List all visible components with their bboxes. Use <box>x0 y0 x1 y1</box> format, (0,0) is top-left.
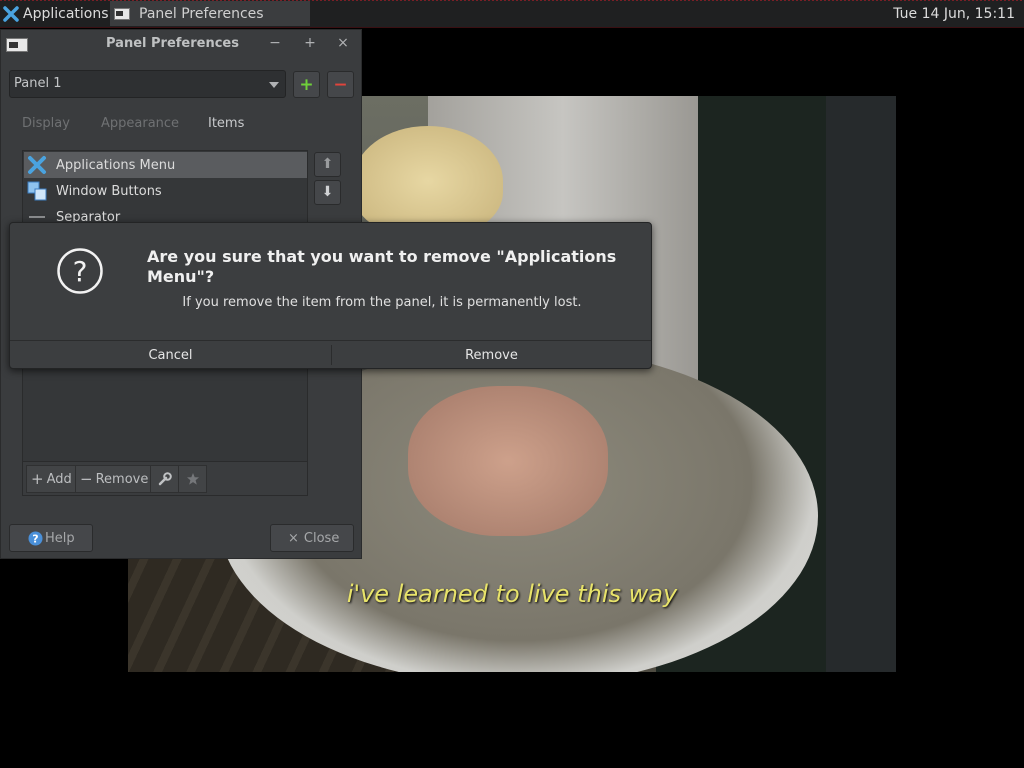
move-up-button[interactable]: ⬆ <box>314 152 341 177</box>
cancel-button[interactable]: Cancel <box>10 341 331 370</box>
tab-display[interactable]: Display <box>22 116 70 131</box>
window-titlebar[interactable]: Panel Preferences − + × <box>1 30 361 60</box>
close-window-button[interactable]: × <box>335 35 351 51</box>
minus-icon: − <box>80 470 93 488</box>
window-buttons-icon <box>27 181 47 201</box>
applications-menu-button[interactable]: Applications <box>0 1 110 26</box>
remove-confirmation-dialog: ? Are you sure that you want to remove "… <box>9 222 652 369</box>
remove-item-label: Remove <box>95 471 149 487</box>
items-toolbar: + Add − Remove <box>22 462 308 496</box>
edit-item-button[interactable] <box>150 465 179 493</box>
list-item-applications-menu[interactable]: Applications Menu <box>24 152 307 178</box>
panel-select[interactable]: Panel 1 <box>9 70 286 98</box>
svg-text:?: ? <box>73 255 88 288</box>
list-item-window-buttons[interactable]: Window Buttons <box>24 178 307 204</box>
plus-icon: + <box>31 470 44 488</box>
help-icon: ? <box>28 531 43 545</box>
list-item-label: Applications Menu <box>56 157 176 173</box>
star-icon <box>186 473 199 485</box>
panel-select-value: Panel 1 <box>14 76 62 91</box>
xfce-logo-icon <box>3 5 19 22</box>
svg-text:?: ? <box>32 532 38 545</box>
add-item-label: Add <box>46 471 72 487</box>
dialog-secondary-text: If you remove the item from the panel, i… <box>182 295 582 310</box>
taskbar-item-label: Panel Preferences <box>139 5 264 22</box>
tab-items[interactable]: Items <box>208 116 244 131</box>
close-label: Close <box>303 530 340 546</box>
minimize-button[interactable]: − <box>267 35 283 51</box>
remove-item-button[interactable]: − Remove <box>75 465 151 493</box>
remove-button[interactable]: Remove <box>332 341 651 370</box>
maximize-button[interactable]: + <box>302 35 318 51</box>
applications-label: Applications <box>23 5 109 22</box>
about-item-button[interactable] <box>178 465 207 493</box>
add-panel-button[interactable]: + <box>293 71 320 98</box>
video-subtitle: i've learned to live this way <box>346 580 678 608</box>
wrench-icon <box>158 472 172 486</box>
top-panel: Applications Panel Preferences Tue 14 Ju… <box>0 0 1024 28</box>
help-button[interactable]: ? Help <box>9 524 93 552</box>
taskbar-item-panel-preferences[interactable]: Panel Preferences <box>110 1 310 26</box>
dialog-primary-text: Are you sure that you want to remove "Ap… <box>147 247 617 286</box>
clock[interactable]: Tue 14 Jun, 15:11 <box>893 1 1015 26</box>
panel-preferences-icon <box>114 7 130 20</box>
dialog-action-area: Cancel Remove <box>10 340 651 370</box>
help-label: Help <box>45 530 75 546</box>
xfce-logo-icon <box>28 156 46 174</box>
video-hair <box>353 126 503 236</box>
move-down-button[interactable]: ⬇ <box>314 180 341 205</box>
tab-appearance[interactable]: Appearance <box>101 116 179 131</box>
close-button[interactable]: × Close <box>270 524 354 552</box>
add-item-button[interactable]: + Add <box>26 465 76 493</box>
list-item-label: Window Buttons <box>56 183 162 199</box>
window-app-icon <box>6 38 28 52</box>
remove-panel-button[interactable]: − <box>327 71 354 98</box>
question-icon: ? <box>57 248 103 294</box>
video-arm <box>408 386 608 536</box>
close-icon: × <box>288 530 299 546</box>
window-title: Panel Preferences <box>106 36 239 51</box>
chevron-down-icon <box>269 82 279 88</box>
